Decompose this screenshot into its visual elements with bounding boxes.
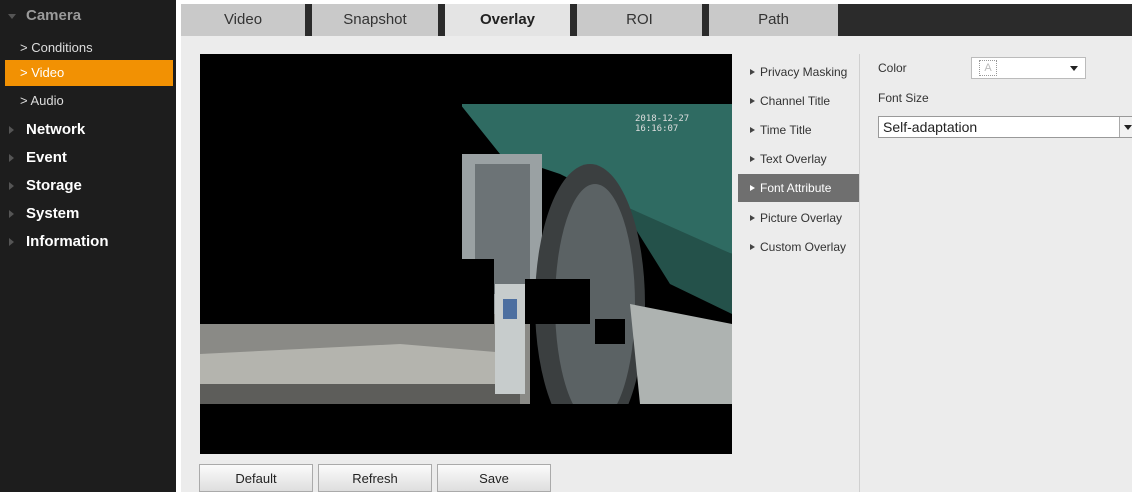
tab-divider (305, 4, 312, 36)
color-select[interactable]: A (971, 57, 1086, 79)
sidebar-item-conditions[interactable]: > Conditions (0, 35, 176, 61)
menu-item-label: Text Overlay (760, 152, 827, 166)
menu-item-label: Font Attribute (760, 181, 832, 195)
tab-snapshot[interactable]: Snapshot (312, 4, 438, 36)
sidebar-item-network[interactable]: Network (0, 116, 176, 144)
chevron-down-icon (1070, 66, 1078, 71)
menu-item-custom-overlay[interactable]: Custom Overlay (738, 233, 859, 261)
tab-divider (702, 4, 709, 36)
menu-item-label: Custom Overlay (760, 240, 847, 254)
sidebar-item-label: > Conditions (20, 40, 93, 55)
menu-item-label: Picture Overlay (760, 211, 843, 225)
menu-item-label: Privacy Masking (760, 65, 848, 79)
menu-item-font-attribute[interactable]: Font Attribute (738, 174, 859, 202)
sidebar: Camera > Conditions > Video > Audio Netw… (0, 0, 176, 492)
sidebar-item-label: System (26, 205, 80, 222)
sidebar-camera-label: Camera (26, 7, 82, 24)
tab-bar: Video Snapshot Overlay ROI Path (181, 4, 1132, 36)
sidebar-item-system[interactable]: System (0, 200, 176, 228)
caret-right-icon (750, 126, 755, 133)
tab-path[interactable]: Path (709, 4, 838, 36)
caret-right-icon (750, 214, 755, 221)
menu-item-channel-title[interactable]: Channel Title (738, 87, 859, 115)
video-timestamp-osd: 2018-12-27 16:16:07 (635, 114, 690, 134)
color-swatch: A (979, 60, 997, 76)
chevron-right-icon (9, 154, 14, 162)
sidebar-item-event[interactable]: Event (0, 144, 176, 172)
chevron-right-icon (9, 182, 14, 190)
menu-item-picture-overlay[interactable]: Picture Overlay (738, 204, 859, 232)
caret-right-icon (750, 184, 755, 191)
default-button[interactable]: Default (199, 464, 313, 492)
menu-item-time-title[interactable]: Time Title (738, 116, 859, 144)
caret-right-icon (750, 243, 755, 250)
chevron-right-icon (9, 126, 14, 134)
sidebar-item-label: Network (26, 121, 86, 138)
sidebar-item-storage[interactable]: Storage (0, 172, 176, 200)
tab-divider (570, 4, 577, 36)
caret-right-icon (750, 68, 755, 75)
sidebar-item-video[interactable]: > Video (5, 60, 173, 86)
sidebar-item-label: > Audio (20, 93, 64, 108)
chevron-right-icon (9, 210, 14, 218)
panel-divider (859, 54, 860, 492)
font-size-value: Self-adaptation (883, 119, 978, 135)
font-size-dropdown-button[interactable] (1119, 117, 1132, 137)
sidebar-item-information[interactable]: Information (0, 228, 176, 256)
menu-item-text-overlay[interactable]: Text Overlay (738, 145, 859, 173)
tab-video[interactable]: Video (181, 4, 305, 36)
menu-item-label: Channel Title (760, 94, 831, 108)
refresh-button[interactable]: Refresh (318, 464, 432, 492)
tab-divider (438, 4, 445, 36)
menu-item-label: Time Title (760, 123, 812, 137)
video-preview[interactable]: 2018-12-27 16:16:07 (200, 54, 732, 454)
caret-right-icon (750, 155, 755, 162)
chevron-down-icon (8, 14, 16, 19)
sidebar-item-label: > Video (20, 65, 65, 80)
sidebar-camera[interactable]: Camera (0, 2, 176, 30)
sidebar-item-audio[interactable]: > Audio (0, 88, 176, 114)
font-size-label: Font Size (878, 91, 929, 105)
sidebar-item-label: Information (26, 233, 109, 250)
sidebar-item-label: Storage (26, 177, 82, 194)
tab-overlay[interactable]: Overlay (445, 4, 570, 36)
overlay-menu: Privacy Masking Channel Title Time Title… (738, 54, 859, 492)
tab-roi[interactable]: ROI (577, 4, 702, 36)
sidebar-item-label: Event (26, 149, 67, 166)
color-label: Color (878, 61, 907, 75)
caret-right-icon (750, 97, 755, 104)
menu-item-privacy-masking[interactable]: Privacy Masking (738, 58, 859, 86)
chevron-down-icon (1124, 125, 1132, 130)
save-button[interactable]: Save (437, 464, 551, 492)
chevron-right-icon (9, 238, 14, 246)
font-size-select[interactable]: Self-adaptation (878, 116, 1132, 138)
